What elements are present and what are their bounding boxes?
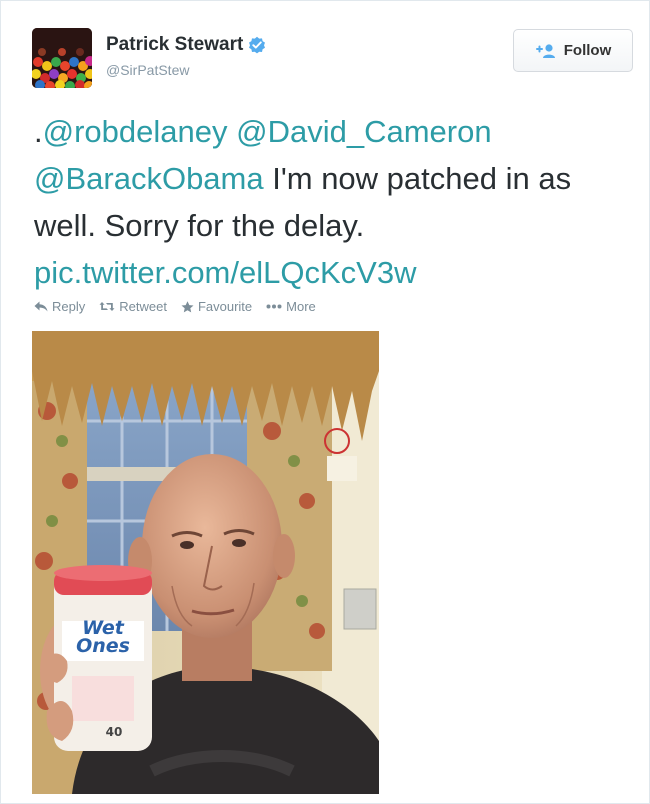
reply-action[interactable]: Reply [34,299,85,314]
tweet-actions: Reply Retweet Favourite More [34,299,330,314]
more-label: More [286,299,316,314]
tweet-prefix: . [34,114,43,149]
bottle-brand-text: Wet Ones [76,617,130,657]
user-name[interactable]: Patrick Stewart [106,34,266,56]
more-action[interactable]: More [266,299,316,314]
retweet-action[interactable]: Retweet [99,299,167,314]
verified-badge-icon [249,36,266,54]
retweet-icon [99,302,115,311]
mention-david-cameron[interactable]: @David_Cameron [236,114,491,149]
avatar[interactable] [32,28,92,88]
favourite-label: Favourite [197,299,253,314]
reply-icon [34,301,48,312]
user-handle[interactable]: @SirPatStew [106,62,189,78]
add-user-icon [535,43,555,58]
mention-barackobama[interactable]: @BarackObama [34,161,264,196]
tweet-text: .@robdelaney @David_Cameron @BarackObama… [34,108,634,296]
selfie-photo-image: Wet Ones 40 [32,331,379,794]
reply-label: Reply [52,299,86,314]
favourite-action[interactable]: Favourite [181,299,252,314]
user-name-text[interactable]: Patrick Stewart [106,34,243,56]
follow-button[interactable]: Follow [513,29,633,72]
retweet-label: Retweet [119,299,167,314]
follow-label: Follow [563,42,612,59]
mention-robdelaney[interactable]: @robdelaney [43,114,228,149]
bottle-count: 40 [106,725,123,739]
avatar-image [32,28,92,88]
star-icon [181,300,194,312]
tweet-pic-link[interactable]: pic.twitter.com/elLQcKcV3w [34,255,416,290]
tweet-photo[interactable]: Wet Ones 40 [32,331,379,794]
more-dots-icon [266,304,282,309]
